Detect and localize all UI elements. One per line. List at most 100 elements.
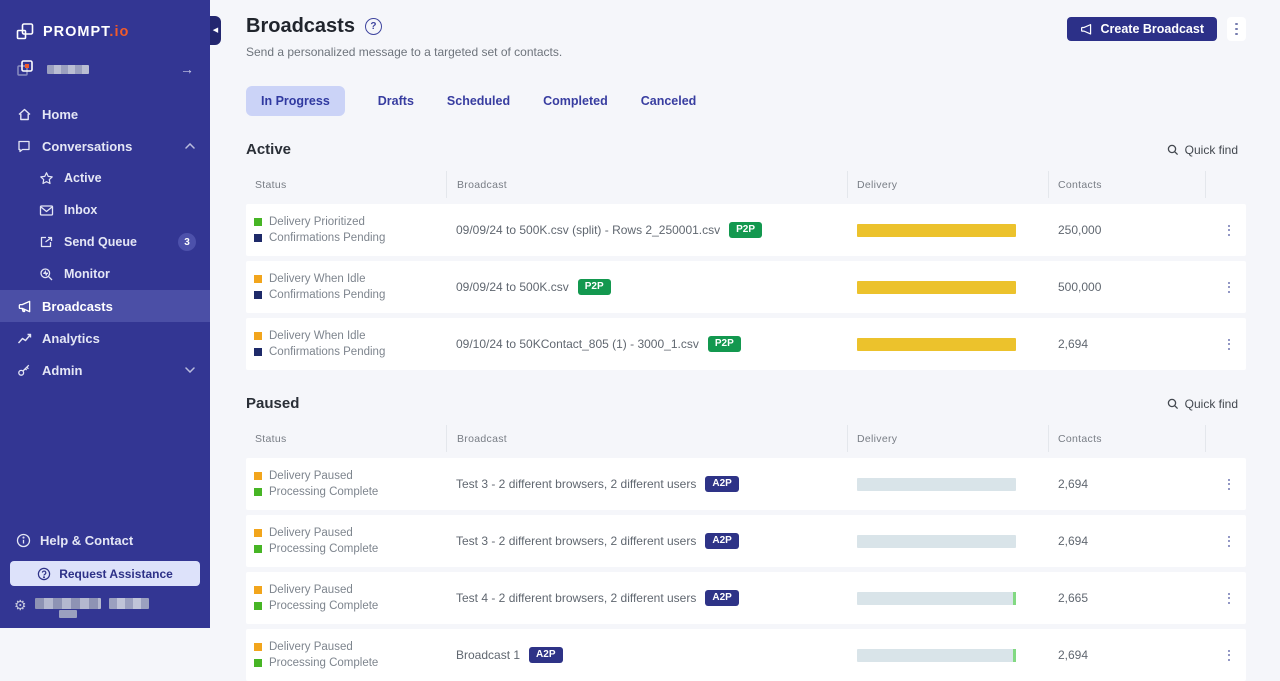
sidebar-item-help-contact[interactable]: Help & Contact — [0, 533, 210, 548]
column-actions — [1205, 425, 1246, 452]
row-menu-button[interactable] — [1224, 335, 1234, 354]
sidebar-item-broadcasts[interactable]: Broadcasts — [0, 290, 210, 322]
sidebar-item-monitor[interactable]: Monitor — [0, 258, 210, 290]
broadcast-name: 09/09/24 to 500K.csv (split) - Rows 2_25… — [456, 223, 720, 237]
user-name-redacted — [35, 598, 101, 609]
delivery-cell — [847, 338, 1048, 351]
actions-cell — [1205, 278, 1246, 297]
arrow-right-icon[interactable]: → — [180, 61, 194, 77]
row-menu-button[interactable] — [1224, 278, 1234, 297]
column-contacts: Contacts — [1048, 171, 1205, 198]
megaphone-icon — [1080, 23, 1093, 36]
row-menu-button[interactable] — [1224, 646, 1234, 665]
sidebar-item-active[interactable]: Active — [0, 162, 210, 194]
table-row[interactable]: Delivery When IdleConfirmations Pending0… — [246, 318, 1246, 370]
help-contact-label: Help & Contact — [40, 533, 133, 548]
sidebar-item-label: Home — [42, 107, 196, 122]
table-row[interactable]: Delivery PausedProcessing CompleteBroadc… — [246, 629, 1246, 681]
status-label: Processing Complete — [269, 543, 378, 555]
admin-icon — [16, 362, 32, 378]
tab-in-progress[interactable]: In Progress — [246, 86, 345, 116]
message-type-badge: A2P — [705, 476, 738, 492]
delivery-cell — [847, 535, 1048, 548]
workspace-selector[interactable]: → — [0, 41, 210, 80]
delivery-cell — [847, 281, 1048, 294]
quick-find-button[interactable]: Quick find — [1167, 397, 1246, 411]
broadcast-cell: Broadcast 1A2P — [446, 647, 847, 663]
column-delivery: Delivery — [847, 425, 1048, 452]
user-settings-row[interactable]: ⚙ — [0, 598, 210, 618]
actions-cell — [1205, 335, 1246, 354]
status-square-icon — [254, 545, 262, 553]
contacts-count: 2,694 — [1048, 534, 1205, 548]
status-label: Processing Complete — [269, 657, 378, 669]
sidebar-item-send-queue[interactable]: Send Queue3 — [0, 226, 210, 258]
row-menu-button[interactable] — [1224, 532, 1234, 551]
contacts-count: 2,665 — [1048, 591, 1205, 605]
status-label: Confirmations Pending — [269, 346, 385, 358]
section-paused: Paused Quick find Status Broadcast Deliv… — [246, 395, 1246, 681]
broadcast-cell: 09/10/24 to 50KContact_805 (1) - 3000_1.… — [446, 336, 847, 352]
tab-drafts[interactable]: Drafts — [378, 86, 414, 116]
status-label: Delivery When Idle — [269, 273, 366, 285]
broadcast-name: Test 3 - 2 different browsers, 2 differe… — [456, 534, 696, 548]
table-header: Status Broadcast Delivery Contacts — [246, 425, 1246, 452]
delivery-progress-bar — [857, 592, 1016, 605]
table-header: Status Broadcast Delivery Contacts — [246, 171, 1246, 198]
chevron-up-icon — [184, 143, 196, 149]
status-square-icon — [254, 643, 262, 651]
star-icon — [38, 170, 54, 186]
status-label: Processing Complete — [269, 600, 378, 612]
sidebar-item-inbox[interactable]: Inbox — [0, 194, 210, 226]
row-menu-button[interactable] — [1224, 589, 1234, 608]
active-rows: Delivery Prioritized Confirmations Pendin… — [246, 204, 1246, 370]
section-title: Active — [246, 141, 1167, 158]
sidebar-item-label: Conversations — [42, 139, 174, 154]
sidebar-item-label: Active — [64, 171, 196, 185]
sidebar-item-label: Broadcasts — [42, 299, 196, 314]
create-broadcast-button[interactable]: Create Broadcast — [1067, 17, 1217, 41]
status-label: Delivery Paused — [269, 527, 353, 539]
status-square-icon — [254, 218, 262, 226]
sidebar-nav: Home Conversations Active Inbox Send Queue3M… — [0, 98, 210, 386]
sidebar-item-home[interactable]: Home — [0, 98, 210, 130]
delivery-cell — [847, 224, 1048, 237]
broadcast-name: Broadcast 1 — [456, 648, 520, 662]
home-icon — [16, 106, 32, 122]
paused-rows: Delivery Paused Processing Complete Test 3… — [246, 458, 1246, 681]
broadcast-name: 09/10/24 to 50KContact_805 (1) - 3000_1.… — [456, 337, 699, 351]
delivery-progress-bar — [857, 338, 1016, 351]
sidebar-item-analytics[interactable]: Analytics — [0, 322, 210, 354]
megaphone-icon — [16, 298, 32, 314]
table-row[interactable]: Delivery PausedProcessing CompleteTest 4… — [246, 572, 1246, 624]
tab-canceled[interactable]: Canceled — [641, 86, 697, 116]
page-help-icon[interactable]: ? — [365, 18, 382, 35]
broadcast-cell: 09/09/24 to 500K.csv (split) - Rows 2_25… — [446, 222, 847, 238]
column-broadcast: Broadcast — [446, 425, 847, 452]
status-cell: Delivery PausedProcessing Complete — [246, 641, 446, 669]
request-assistance-button[interactable]: Request Assistance — [10, 561, 200, 586]
table-row[interactable]: Delivery When IdleConfirmations Pending0… — [246, 261, 1246, 313]
sidebar-item-conversations[interactable]: Conversations — [0, 130, 210, 162]
page-menu-button[interactable] — [1227, 17, 1246, 41]
mail-icon — [38, 202, 54, 218]
sidebar-item-label: Inbox — [64, 203, 196, 217]
table-row[interactable]: Delivery Paused Processing Complete Test 3… — [246, 515, 1246, 567]
section-active: Active Quick find Status Broadcast Deliv… — [246, 141, 1246, 370]
tab-scheduled[interactable]: Scheduled — [447, 86, 510, 116]
table-row[interactable]: Delivery PausedProcessing CompleteTest 3… — [246, 458, 1246, 510]
broadcast-name: 09/09/24 to 500K.csv — [456, 280, 569, 294]
status-cell: Delivery Paused Processing Complete — [246, 527, 446, 555]
tab-completed[interactable]: Completed — [543, 86, 608, 116]
message-type-badge: P2P — [729, 222, 762, 238]
row-menu-button[interactable] — [1224, 221, 1234, 240]
quick-find-button[interactable]: Quick find — [1167, 143, 1246, 157]
actions-cell — [1205, 475, 1246, 494]
row-menu-button[interactable] — [1224, 475, 1234, 494]
page-title: Broadcasts — [246, 15, 355, 38]
quick-find-label: Quick find — [1185, 143, 1238, 157]
status-label: Delivery Prioritized — [269, 216, 365, 228]
table-row[interactable]: Delivery PrioritizedConfirmations Pendin… — [246, 204, 1246, 256]
sidebar-item-admin[interactable]: Admin — [0, 354, 210, 386]
create-broadcast-label: Create Broadcast — [1100, 22, 1204, 36]
